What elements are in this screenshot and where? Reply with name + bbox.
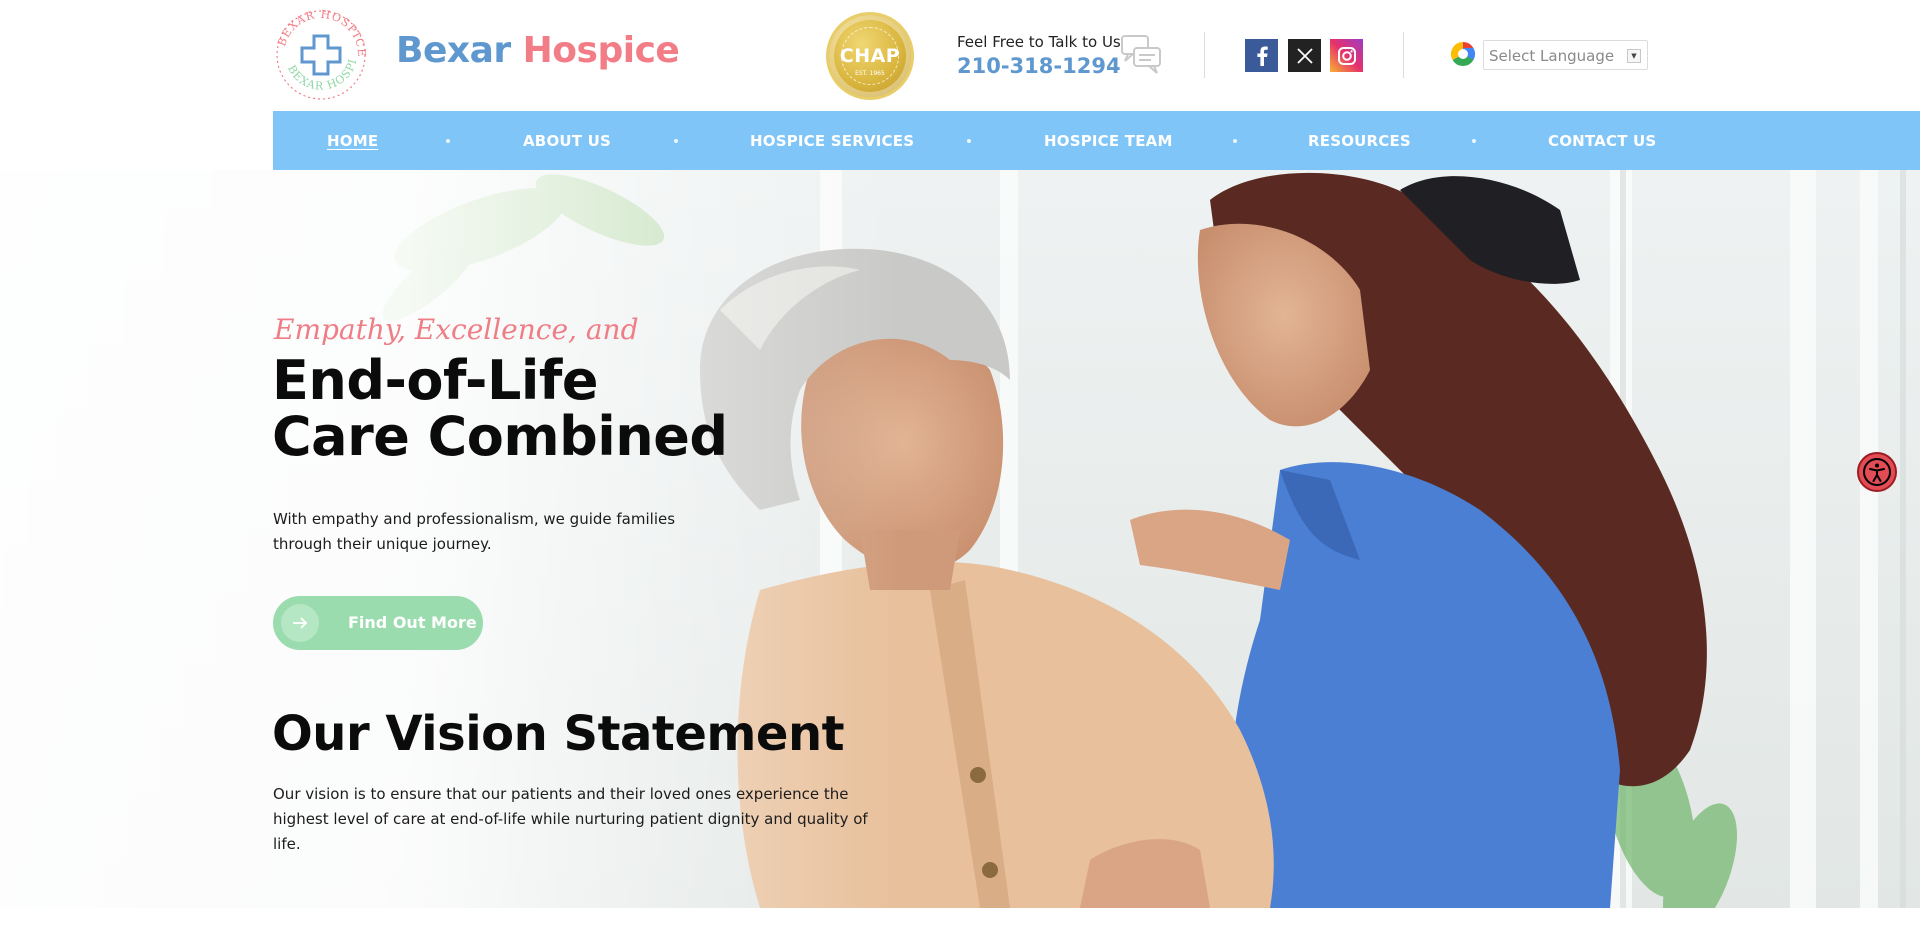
find-out-more-label: Find Out More — [348, 613, 477, 632]
nav-item-home[interactable]: HOME — [327, 132, 378, 150]
nav-item-resources[interactable]: RESOURCES — [1308, 132, 1411, 150]
find-out-more-button[interactable]: Find Out More — [273, 596, 483, 650]
arrow-right-icon — [281, 604, 319, 642]
facebook-link[interactable] — [1245, 39, 1278, 72]
brand-name[interactable]: Bexar Hospice — [396, 30, 680, 71]
main-navigation: HOME ABOUT US HOSPICE SERVICES HOSPICE T… — [273, 111, 1920, 170]
accessibility-icon — [1863, 458, 1891, 486]
nav-separator-dot — [446, 139, 450, 143]
nav-separator-dot — [967, 139, 971, 143]
header-divider — [1204, 32, 1205, 78]
hero-tagline: Empathy, Excellence, and — [274, 313, 639, 346]
vision-statement-text: Our vision is to ensure that our patient… — [273, 785, 868, 853]
hero-headline-line2: Care Combined — [272, 405, 728, 468]
nav-separator-dot — [674, 139, 678, 143]
chevron-down-icon: ▼ — [1627, 49, 1641, 63]
site-header: BEXAR HOSPICE BEXAR HOSPICE Bexar Hospic… — [0, 0, 1920, 111]
chap-badge-est: EST. 1965 — [855, 70, 885, 77]
nav-item-hospice-services[interactable]: HOSPICE SERVICES — [750, 132, 914, 150]
bexar-hospice-logo-icon[interactable]: BEXAR HOSPICE BEXAR HOSPICE — [272, 6, 370, 104]
header-divider — [1403, 32, 1404, 78]
accessibility-widget-button[interactable] — [1857, 452, 1897, 492]
hero-intro-text: With empathy and professionalism, we gui… — [273, 510, 676, 553]
language-select[interactable]: Select Language ▼ — [1483, 40, 1648, 70]
hero-headline-line1: End-of-Life — [272, 349, 598, 412]
nav-item-contact-us[interactable]: CONTACT US — [1548, 132, 1656, 150]
nav-separator-dot — [1233, 139, 1237, 143]
google-translate-icon — [1448, 39, 1478, 69]
instagram-icon — [1337, 46, 1356, 65]
x-twitter-icon — [1296, 47, 1313, 64]
chat-bubbles-icon — [1121, 35, 1161, 74]
vision-statement-title: Our Vision Statement — [272, 706, 845, 762]
language-select-value: Select Language — [1489, 47, 1615, 65]
svg-text:BEXAR HOSPICE: BEXAR HOSPICE — [275, 8, 368, 58]
instagram-link[interactable] — [1330, 39, 1363, 72]
x-twitter-link[interactable] — [1288, 39, 1321, 72]
facebook-icon — [1256, 46, 1268, 66]
nav-item-about-us[interactable]: ABOUT US — [523, 132, 611, 150]
contact-label: Feel Free to Talk to Us — [957, 33, 1121, 51]
contact-block: Feel Free to Talk to Us 210-318-1294 — [957, 33, 1121, 78]
hero-headline: End-of-Life Care Combined — [272, 353, 728, 465]
chap-badge-text: CHAP — [839, 45, 901, 67]
nav-item-hospice-team[interactable]: HOSPICE TEAM — [1044, 132, 1173, 150]
chap-accreditation-badge[interactable]: CHAP EST. 1965 — [826, 12, 914, 100]
brand-name-part2: Hospice — [522, 30, 680, 71]
brand-name-part1: Bexar — [396, 30, 511, 71]
nav-separator-dot — [1472, 139, 1476, 143]
phone-number-link[interactable]: 210-318-1294 — [957, 54, 1121, 78]
